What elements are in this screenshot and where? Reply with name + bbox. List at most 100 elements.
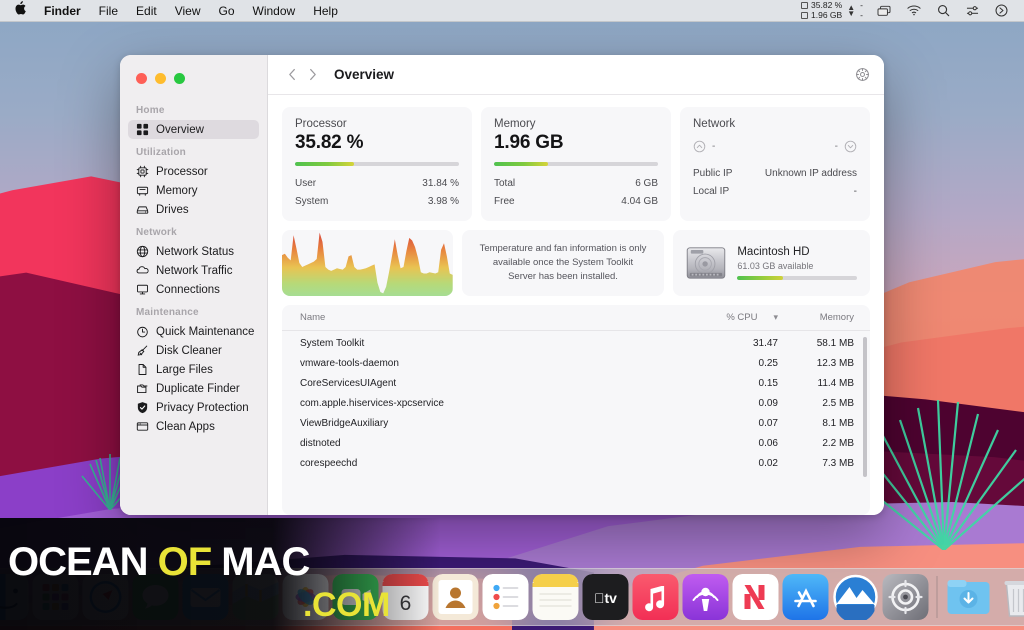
sidebar-item-overview[interactable]: Overview [128, 120, 259, 139]
dock-item-downloads-folder[interactable] [946, 574, 992, 620]
table-row[interactable]: com.apple.hiservices-xpcservice 0.09 2.5 M… [282, 393, 870, 413]
dock-item-news[interactable] [732, 574, 779, 620]
menu-item-help[interactable]: Help [304, 0, 347, 22]
process-cpu: 0.07 [758, 417, 778, 429]
sidebar-item-disk-cleaner[interactable]: Disk Cleaner [128, 341, 259, 360]
dock-item-contacts[interactable] [432, 574, 479, 620]
dock-item-facetime[interactable] [332, 574, 379, 620]
process-table-body: System Toolkit 31.47 58.1 MB vmware-tools-d… [282, 331, 870, 515]
dock-item-podcasts[interactable] [682, 574, 729, 620]
dock-item-music[interactable] [632, 574, 679, 620]
minimize-button[interactable] [155, 73, 166, 84]
spotlight-search-icon[interactable] [929, 0, 958, 22]
sidebar-item-label: Duplicate Finder [156, 382, 240, 395]
dock-item-maps[interactable] [232, 574, 279, 620]
dock-item-appstore[interactable] [782, 574, 829, 620]
sidebar-item-network-traffic[interactable]: Network Traffic [128, 261, 259, 280]
back-button[interactable] [282, 63, 302, 87]
memory-module-icon [136, 184, 149, 197]
menubar-system-stats-widget[interactable]: 35.82 % 1.96 GB ▲ ▼ - - [795, 0, 869, 21]
processor-card: Processor 35.82 % User 31.84 % System 3.… [282, 107, 472, 221]
dock-item-trash[interactable] [996, 574, 1024, 620]
sidebar-item-label: Drives [156, 203, 189, 216]
process-table: Name % CPU ▾ Memory System Toolkit 31.47 5… [282, 305, 870, 515]
stat-cards-row: Processor 35.82 % User 31.84 % System 3.… [282, 107, 870, 221]
dock-item-system-toolkit[interactable] [833, 574, 879, 620]
process-table-header: Name % CPU ▾ Memory [282, 305, 870, 331]
control-center-icon[interactable] [958, 0, 987, 22]
process-table-scrollbar[interactable] [863, 337, 867, 477]
table-row[interactable]: ViewBridgeAuxiliary 0.07 8.1 MB [282, 413, 870, 433]
screen-mirroring-icon[interactable] [869, 0, 899, 22]
forward-button[interactable] [302, 63, 322, 87]
dock-item-mail[interactable] [182, 574, 229, 620]
network-card: Network - - Public IP Unknown IP address… [680, 107, 870, 221]
column-header-name[interactable]: Name [300, 312, 686, 323]
sidebar-item-network-status[interactable]: Network Status [128, 242, 259, 261]
menu-item-finder[interactable]: Finder [35, 0, 90, 22]
process-cpu: 0.06 [758, 437, 778, 449]
process-memory: 8.1 MB [822, 417, 854, 429]
process-memory: 12.3 MB [816, 357, 854, 369]
sidebar-item-large-files[interactable]: Large Files [128, 360, 259, 379]
column-header-cpu[interactable]: % CPU ▾ [686, 312, 778, 323]
apple-logo-icon[interactable] [10, 0, 35, 22]
sidebar-item-drives[interactable]: Drives [128, 200, 259, 219]
arrow-up-circle-icon [693, 140, 706, 153]
dock-item-launchpad[interactable] [32, 574, 79, 620]
table-row[interactable]: distnoted 0.06 2.2 MB [282, 433, 870, 453]
dock-item-system-preferences[interactable] [882, 574, 929, 620]
dock-item-reminders[interactable] [482, 574, 529, 620]
sidebar-item-label: Overview [156, 123, 204, 136]
wifi-icon[interactable] [899, 0, 929, 22]
dock-item-photos[interactable] [282, 574, 329, 620]
close-button[interactable] [136, 73, 147, 84]
sidebar-item-label: Disk Cleaner [156, 344, 222, 357]
memory-indicator-icon [801, 11, 809, 19]
dock-item-notes[interactable] [532, 574, 579, 620]
table-row[interactable]: System Toolkit 31.47 58.1 MB [282, 333, 870, 353]
menu-item-file[interactable]: File [90, 0, 127, 22]
dock-item-appletv[interactable]: tv [582, 574, 629, 620]
memory-total-value: 6 GB [635, 178, 658, 189]
network-download-rate: - [834, 141, 838, 152]
sidebar-item-privacy-protection[interactable]: Privacy Protection [128, 398, 259, 417]
menu-item-window[interactable]: Window [244, 0, 305, 22]
arrow-down-circle-icon [844, 140, 857, 153]
network-rates: - - [693, 140, 857, 153]
sidebar-nav: Home Overview Utilization Processor Memo… [120, 89, 267, 436]
table-row[interactable]: CoreServicesUIAgent 0.15 11.4 MB [282, 373, 870, 393]
sidebar-item-duplicate-finder[interactable]: Duplicate Finder [128, 379, 259, 398]
grid-icon [136, 123, 149, 136]
dock-item-messages[interactable] [132, 574, 179, 620]
cpu-chip-icon [136, 165, 149, 178]
table-row[interactable]: vmware-tools-daemon 0.25 12.3 MB [282, 353, 870, 373]
network-public-ip-row: Public IP Unknown IP address [693, 165, 857, 183]
table-row[interactable]: corespeechd 0.02 7.3 MB [282, 453, 870, 473]
menu-item-edit[interactable]: Edit [127, 0, 166, 22]
menu-item-view[interactable]: View [166, 0, 210, 22]
sidebar-item-clean-apps[interactable]: Clean Apps [128, 417, 259, 436]
menu-item-go[interactable]: Go [210, 0, 244, 22]
sidebar-item-processor[interactable]: Processor [128, 162, 259, 181]
memory-free-label: Free [494, 196, 515, 207]
page-title: Overview [334, 67, 395, 82]
sidebar-item-memory[interactable]: Memory [128, 181, 259, 200]
settings-gear-icon[interactable] [855, 67, 870, 82]
app-window-icon [136, 420, 149, 433]
process-name: CoreServicesUIAgent [300, 377, 397, 389]
process-memory: 7.3 MB [822, 457, 854, 469]
sidebar-item-quick-maintenance[interactable]: Quick Maintenance [128, 322, 259, 341]
zoom-button[interactable] [174, 73, 185, 84]
dock-item-finder[interactable] [0, 574, 29, 620]
siri-icon[interactable] [987, 0, 1016, 22]
column-header-memory[interactable]: Memory [778, 312, 854, 323]
drive-available: 61.03 GB available [737, 261, 814, 271]
sidebar-item-label: Memory [156, 184, 198, 197]
sidebar-item-connections[interactable]: Connections [128, 280, 259, 299]
dock-item-safari[interactable] [82, 574, 129, 620]
dock-item-calendar[interactable]: 6 [382, 574, 429, 620]
secondary-cards-row: Temperature and fan information is only … [282, 230, 871, 296]
sidebar-group-maintenance-title: Maintenance [136, 307, 199, 318]
shield-check-icon [136, 401, 149, 414]
